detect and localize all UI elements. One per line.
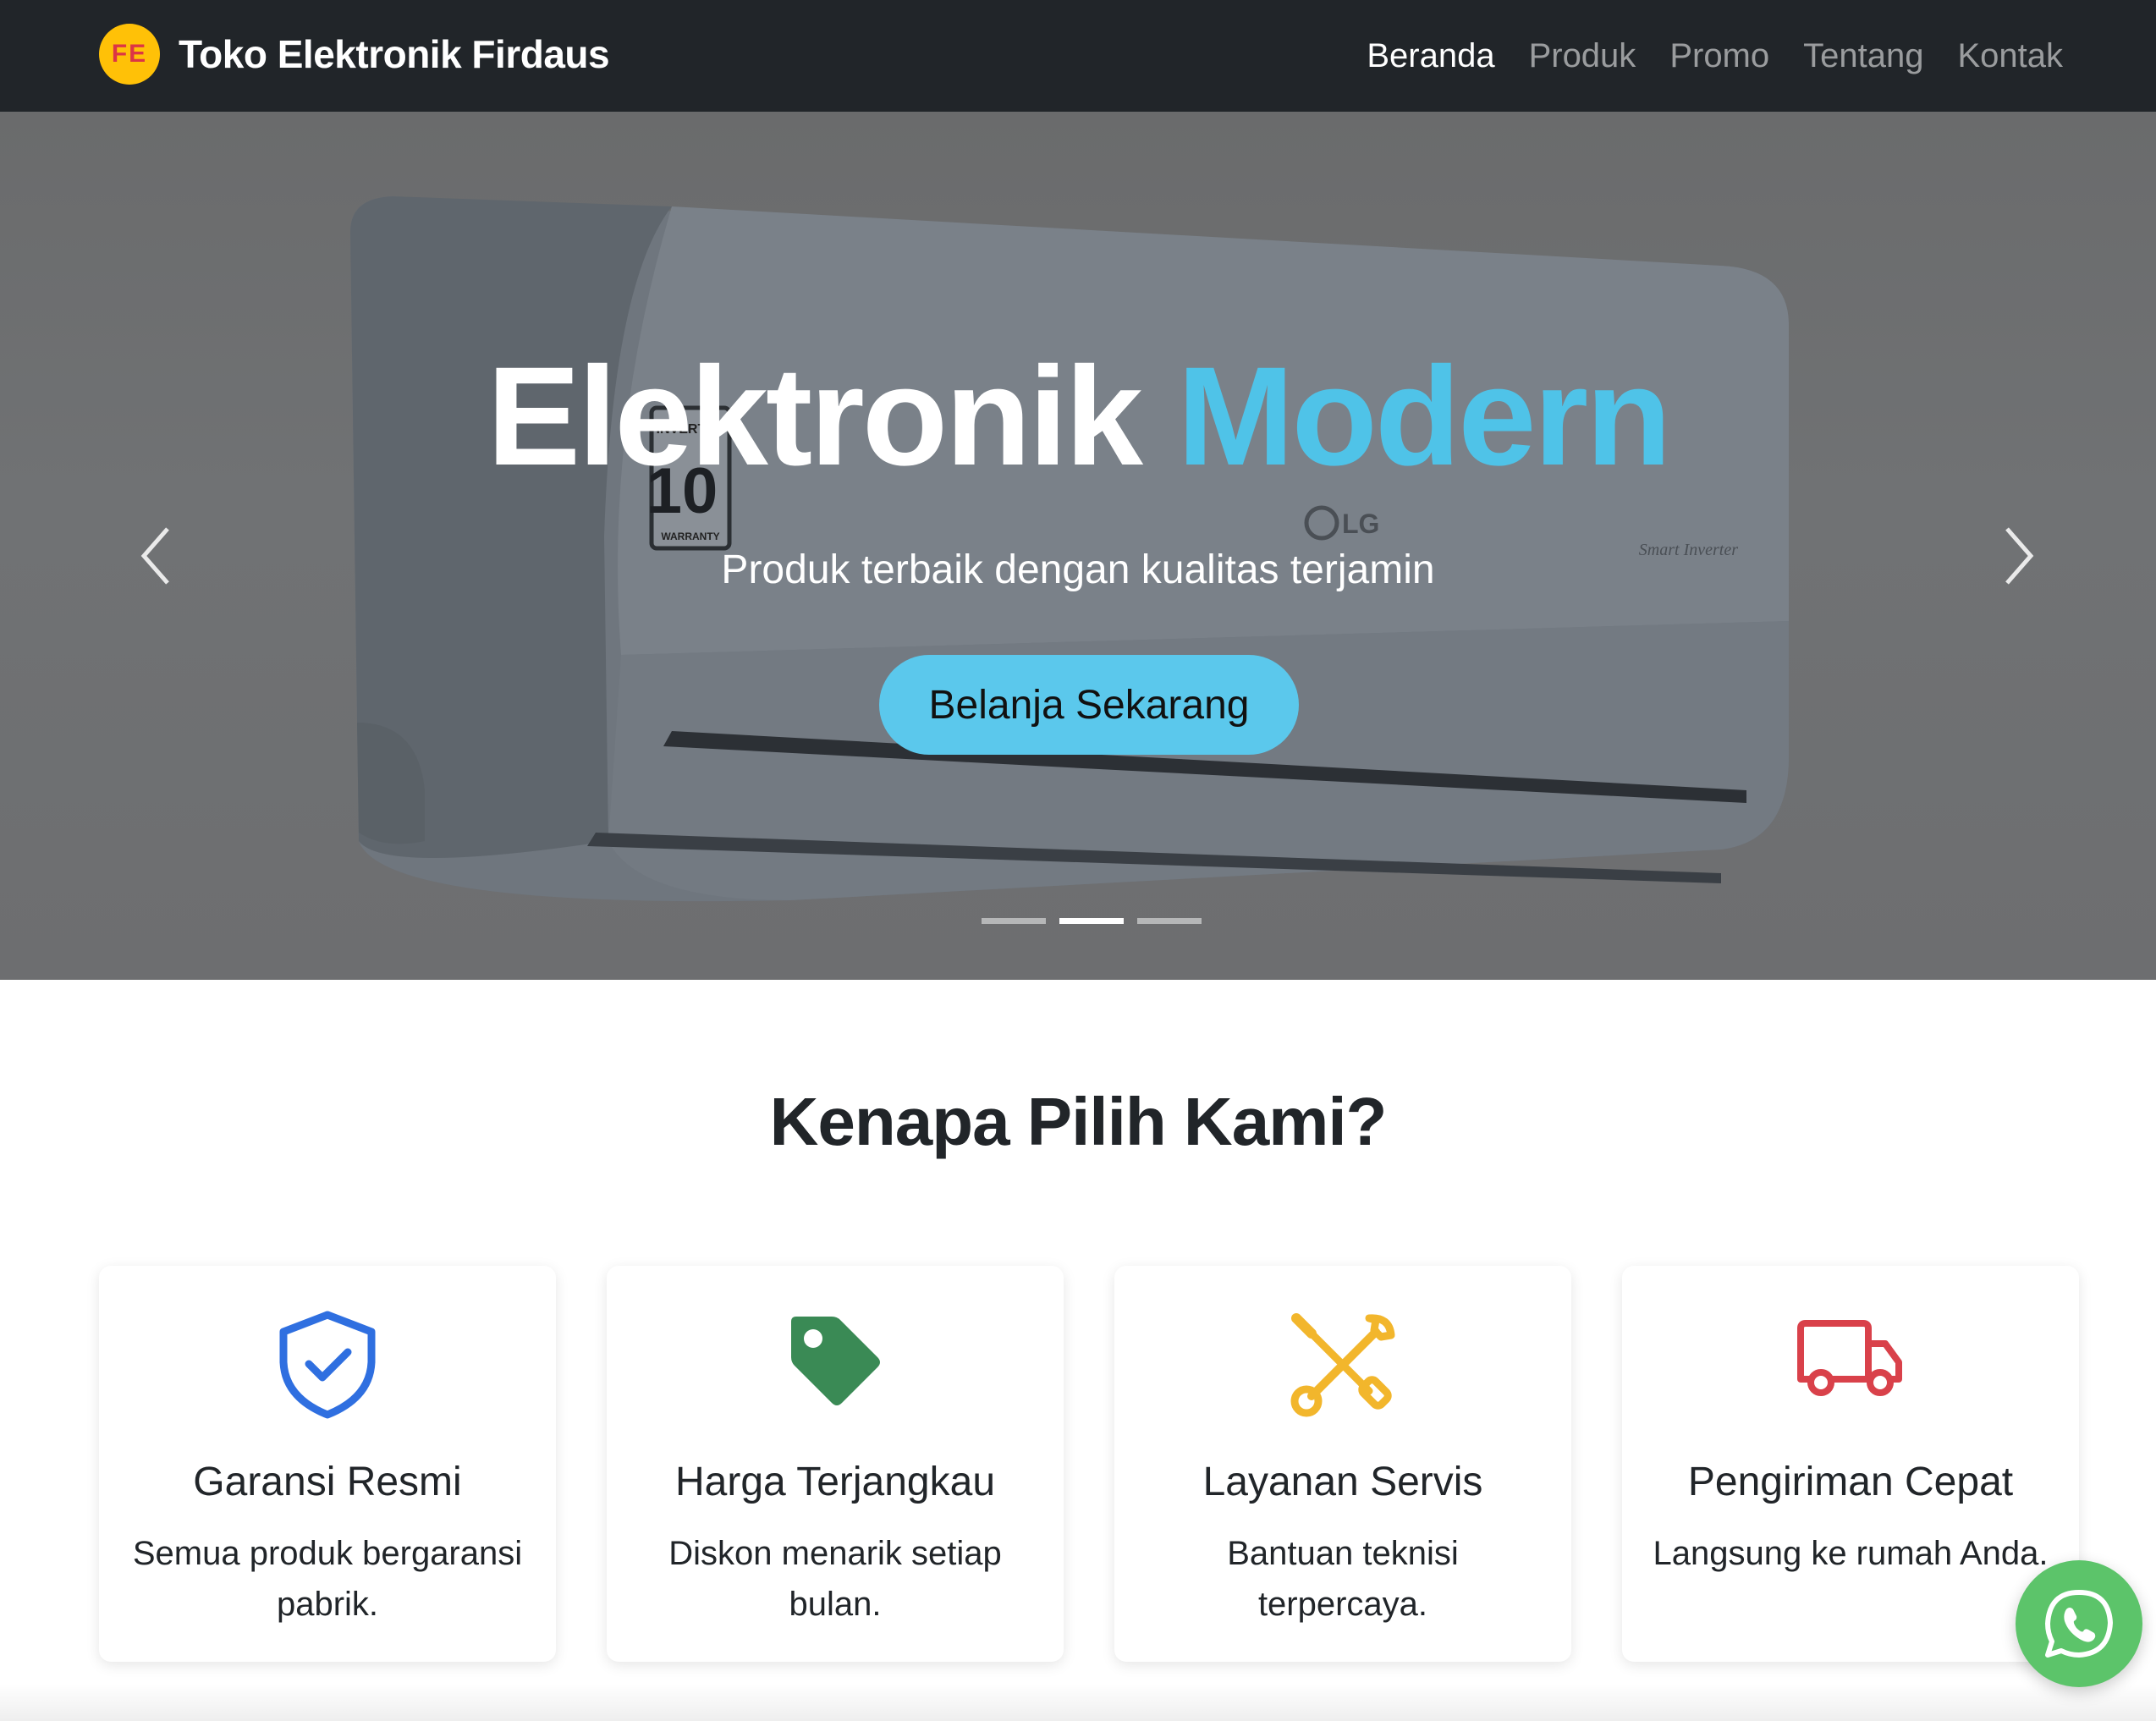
nav-link-kontak[interactable]: Kontak	[1957, 37, 2063, 75]
features-title: Kenapa Pilih Kami?	[769, 1084, 1388, 1159]
hero-subtitle: Produk terbaik dengan kualitas terjamin	[721, 547, 1435, 592]
brand-name: Toko Elektronik Firdaus	[179, 32, 610, 76]
shop-now-button[interactable]: Belanja Sekarang	[879, 655, 1299, 755]
feature-card-warranty: Garansi Resmi Semua produk bergaransi pa…	[99, 1266, 556, 1662]
truck-icon	[1797, 1320, 1902, 1396]
feature-card-price: Harga Terjangkau Diskon menarik setiap b…	[607, 1266, 1064, 1662]
hero-carousel: INVERTER 10 WARRANTY LG Smart Inverter E…	[0, 112, 2156, 980]
nav-link-produk[interactable]: Produk	[1529, 37, 1636, 75]
carousel-indicator-1[interactable]	[982, 918, 1046, 924]
tag-icon	[791, 1317, 880, 1405]
brand[interactable]: FE Toko Elektronik Firdaus	[99, 24, 610, 85]
feature-card-title: Harga Terjangkau	[674, 1460, 996, 1504]
carousel-indicator-2[interactable]	[1059, 918, 1124, 924]
feature-card-text: Diskon menarik setiap bulan.	[668, 1535, 1002, 1623]
nav-link-beranda[interactable]: Beranda	[1367, 37, 1494, 75]
brand-logo: FE	[99, 24, 160, 85]
hero-overlay	[0, 112, 2156, 980]
nav-link-tentang[interactable]: Tentang	[1803, 37, 1923, 75]
feature-card-text: Langsung ke rumah Anda.	[1653, 1535, 2049, 1572]
feature-card-title: Garansi Resmi	[193, 1460, 462, 1504]
carousel-indicators	[982, 918, 1202, 924]
nav-link-promo[interactable]: Promo	[1669, 37, 1769, 75]
feature-card-text: Semua produk bergaransi pabrik.	[132, 1535, 523, 1623]
chevron-right-icon	[2005, 527, 2034, 585]
features-cards: Garansi Resmi Semua produk bergaransi pa…	[99, 1266, 2079, 1662]
carousel-next-button[interactable]	[1980, 509, 2056, 602]
hero-title: Elektronik Modern	[0, 347, 2156, 487]
feature-card-text: Bantuan teknisi terpercaya.	[1227, 1535, 1459, 1623]
hero-title-accent: Modern	[1177, 338, 1671, 495]
carousel-indicator-3[interactable]	[1137, 918, 1202, 924]
page-bottom-fade	[0, 1684, 2156, 1721]
navbar: FE Toko Elektronik Firdaus Beranda Produ…	[0, 0, 2156, 112]
whatsapp-button[interactable]	[2016, 1560, 2142, 1687]
shield-check-icon	[279, 1311, 376, 1419]
feature-card-service: Layanan Servis Bantuan teknisi terpercay…	[1114, 1266, 1571, 1662]
feature-card-title: Layanan Servis	[1202, 1460, 1483, 1504]
carousel-prev-button[interactable]	[118, 509, 195, 602]
feature-card-title: Pengiriman Cepat	[1687, 1460, 2014, 1504]
whatsapp-icon	[2045, 1590, 2113, 1658]
tools-icon	[1290, 1313, 1395, 1417]
hero-title-main: Elektronik	[487, 338, 1143, 495]
nav-links: Beranda Produk Promo Tentang Kontak	[1367, 0, 2063, 112]
chevron-left-icon	[140, 527, 169, 585]
feature-card-delivery: Pengiriman Cepat Langsung ke rumah Anda.	[1622, 1266, 2079, 1662]
